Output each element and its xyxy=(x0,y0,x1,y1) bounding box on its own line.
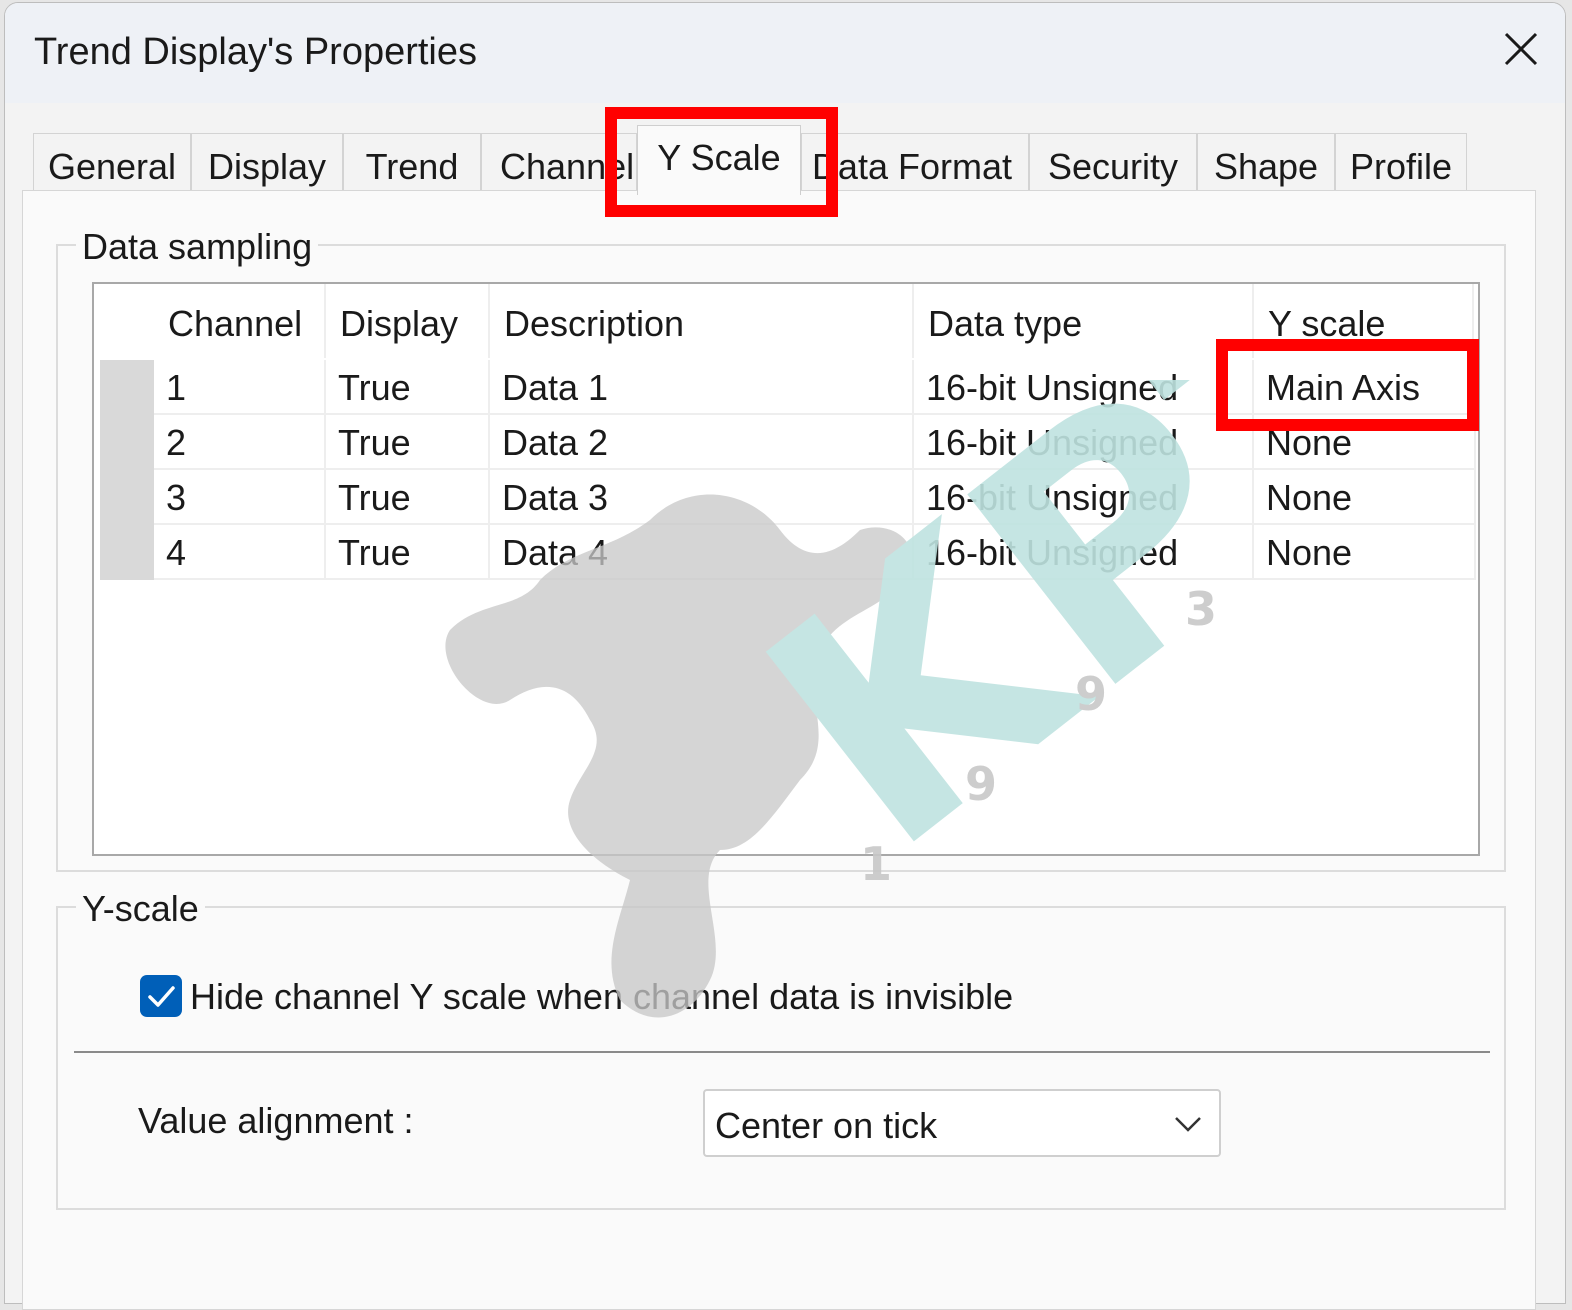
data-sampling-label: Data sampling xyxy=(76,226,319,268)
tab-trend[interactable]: Trend xyxy=(343,133,481,193)
close-icon[interactable] xyxy=(1501,29,1541,69)
table-row-channel[interactable]: 1 xyxy=(154,360,326,415)
table-row-y-scale[interactable]: None xyxy=(1254,470,1476,525)
table-row-data-type[interactable]: 16-bit Unsigned xyxy=(914,470,1254,525)
table-row-display[interactable]: True xyxy=(326,415,490,470)
table-row-display[interactable]: True xyxy=(326,525,490,580)
tab-security[interactable]: Security xyxy=(1029,133,1197,193)
tab-strip: General Display Trend Channel Y Scale Da… xyxy=(33,125,1475,197)
chevron-down-icon xyxy=(1175,1117,1201,1132)
tab-y-scale[interactable]: Y Scale xyxy=(637,125,801,195)
tab-channel[interactable]: Channel xyxy=(481,133,637,193)
table-row-y-scale[interactable]: Main Axis xyxy=(1254,360,1476,415)
row-selector[interactable] xyxy=(100,470,154,525)
column-header-y-scale[interactable]: Y scale xyxy=(1254,284,1474,358)
column-header-display[interactable]: Display xyxy=(326,284,490,358)
table-row-display[interactable]: True xyxy=(326,360,490,415)
column-header-description[interactable]: Description xyxy=(490,284,914,358)
tab-shape[interactable]: Shape xyxy=(1197,133,1335,193)
column-header-data-type[interactable]: Data type xyxy=(914,284,1254,358)
channel-grid: Channel Display Description Data type Y … xyxy=(92,282,1480,856)
row-selector[interactable] xyxy=(100,525,154,580)
table-row-channel[interactable]: 4 xyxy=(154,525,326,580)
table-row-display[interactable]: True xyxy=(326,470,490,525)
table-row-data-type[interactable]: 16-bit Unsigned xyxy=(914,525,1254,580)
row-selector[interactable] xyxy=(100,360,154,415)
y-scale-group-label: Y-scale xyxy=(76,888,205,930)
column-header-channel[interactable]: Channel xyxy=(154,284,326,358)
tab-data-format[interactable]: Data Format xyxy=(801,133,1029,193)
table-row-y-scale[interactable]: None xyxy=(1254,415,1476,470)
row-selector[interactable] xyxy=(100,415,154,470)
table-row-description[interactable]: Data 2 xyxy=(490,415,914,470)
table-row-channel[interactable]: 3 xyxy=(154,470,326,525)
checkmark-icon xyxy=(148,986,175,1007)
tab-profile[interactable]: Profile xyxy=(1335,133,1467,193)
table-row-description[interactable]: Data 3 xyxy=(490,470,914,525)
table-row-data-type[interactable]: 16-bit Unsigned xyxy=(914,360,1254,415)
hide-y-scale-checkbox[interactable] xyxy=(140,975,182,1017)
table-row-description[interactable]: Data 4 xyxy=(490,525,914,580)
value-alignment-label: Value alignment : xyxy=(138,1100,414,1141)
y-scale-group xyxy=(56,906,1506,1210)
value-alignment-value: Center on tick xyxy=(715,1105,938,1146)
dialog-title: Trend Display's Properties xyxy=(34,31,478,73)
table-row-description[interactable]: Data 1 xyxy=(490,360,914,415)
hide-y-scale-label[interactable]: Hide channel Y scale when channel data i… xyxy=(190,976,1013,1018)
divider xyxy=(74,1051,1490,1053)
tab-general[interactable]: General xyxy=(33,133,191,193)
value-alignment-select[interactable]: Center on tick xyxy=(703,1089,1221,1157)
table-row-y-scale[interactable]: None xyxy=(1254,525,1476,580)
title-bar: Trend Display's Properties xyxy=(5,3,1565,103)
tab-display[interactable]: Display xyxy=(191,133,343,193)
table-row-channel[interactable]: 2 xyxy=(154,415,326,470)
table-row-data-type[interactable]: 16-bit Unsigned xyxy=(914,415,1254,470)
